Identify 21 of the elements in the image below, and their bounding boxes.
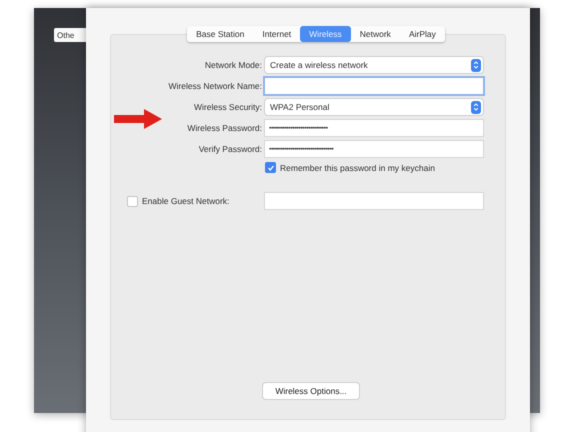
checkbox[interactable] (127, 196, 138, 206)
tab[interactable]: AirPlay (400, 26, 445, 42)
checkbox-label: Remember this password in my keychain (280, 162, 435, 172)
field-label: Wireless Password: (186, 123, 262, 133)
pointer-arrow-icon (114, 109, 162, 129)
input-field[interactable] (265, 193, 483, 209)
tab[interactable]: Network (350, 26, 400, 42)
dropdown[interactable]: WPA2 Personal (265, 99, 483, 115)
dropdown[interactable]: Create a wireless network (265, 57, 483, 73)
field-label: Verify Password: (198, 144, 262, 154)
field-label: Wireless Security: (192, 102, 262, 112)
tab[interactable]: Internet (253, 26, 300, 42)
checkbox[interactable] (265, 162, 276, 173)
checkbox-label: Enable Guest Network: (142, 196, 230, 206)
field-label: Network Mode: (204, 60, 262, 70)
input-field[interactable] (265, 78, 483, 94)
stepper-icon (471, 100, 481, 114)
wireless-options-button[interactable]: Wireless Options... (263, 383, 359, 399)
field-label: Wireless Network Name: (167, 81, 262, 91)
tab[interactable]: Base Station (187, 26, 254, 42)
stepper-icon (471, 58, 481, 72)
